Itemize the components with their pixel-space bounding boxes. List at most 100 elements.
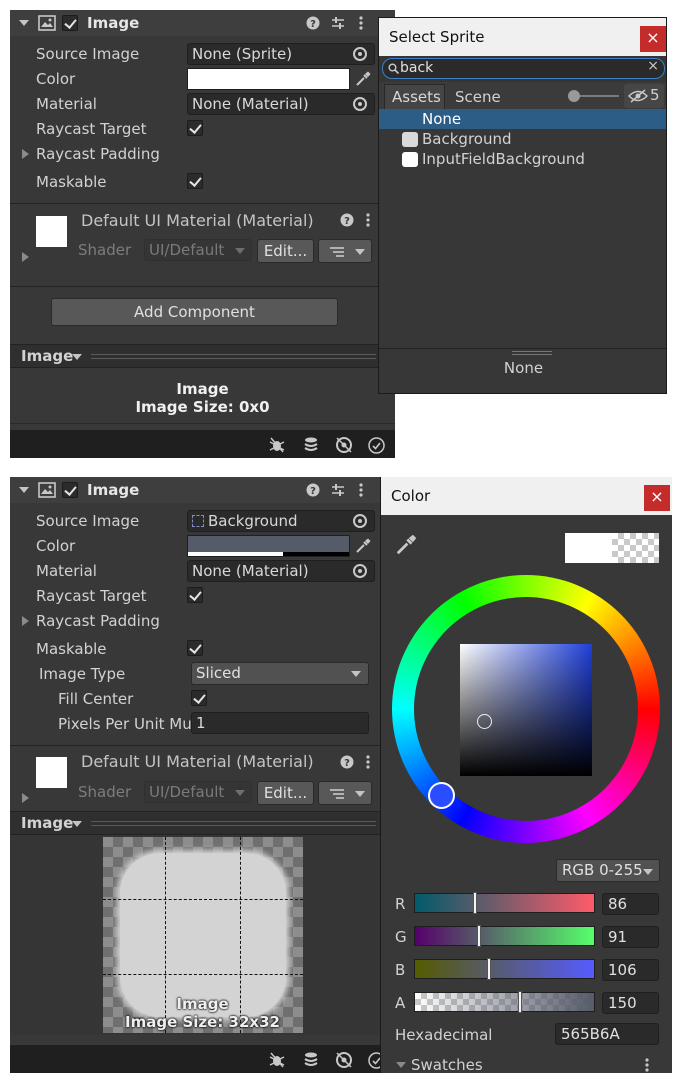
a-slider-handle[interactable] (518, 991, 523, 1013)
search-input[interactable]: back × (382, 58, 665, 79)
gizmo-icon[interactable] (335, 1051, 353, 1069)
check-circle-icon[interactable] (368, 1052, 380, 1069)
g-slider-handle[interactable] (476, 925, 481, 947)
more-icon[interactable] (644, 1057, 650, 1073)
image-type-dropdown[interactable]: Sliced (191, 662, 369, 685)
add-component-button[interactable]: Add Component (51, 298, 338, 326)
preview-dropdown[interactable]: Image (21, 814, 73, 832)
help-icon[interactable]: ? (340, 213, 354, 227)
debug-icon[interactable] (268, 1051, 286, 1069)
drag-handle[interactable] (512, 351, 552, 355)
divider (10, 423, 395, 424)
material-field[interactable]: None (Material) (187, 93, 375, 115)
shader-options-button[interactable] (318, 239, 372, 263)
drag-handle[interactable] (91, 354, 376, 359)
tab-scene[interactable]: Scene (455, 88, 501, 106)
r-value-field[interactable]: 86 (602, 893, 659, 915)
help-icon[interactable]: ? (306, 483, 320, 497)
layers-icon[interactable] (302, 436, 320, 454)
g-slider[interactable] (414, 926, 595, 946)
more-icon[interactable] (365, 754, 371, 770)
source-image-field[interactable]: None (Sprite) (187, 43, 375, 65)
eyedropper-icon[interactable] (355, 538, 371, 554)
gizmo-icon[interactable] (335, 436, 353, 454)
component-enabled-checkbox[interactable] (62, 482, 78, 498)
r-slider[interactable] (414, 893, 595, 913)
drag-handle[interactable] (91, 821, 376, 826)
raycast-padding-label[interactable]: Raycast Padding (36, 145, 160, 163)
maskable-checkbox[interactable] (187, 640, 203, 656)
source-image-value: Background (208, 512, 298, 530)
help-icon[interactable]: ? (306, 16, 320, 30)
raycast-target-checkbox[interactable] (187, 120, 203, 136)
g-label: G (395, 928, 407, 946)
size-slider-handle[interactable] (568, 90, 580, 102)
chevron-down-icon[interactable] (72, 354, 82, 360)
eyedropper-icon[interactable] (395, 534, 417, 556)
list-icon (330, 789, 344, 799)
picker-dot-icon[interactable] (353, 514, 367, 528)
more-icon[interactable] (358, 482, 364, 498)
edit-shader-button[interactable]: Edit... (257, 781, 314, 805)
picker-dot-icon[interactable] (353, 47, 367, 61)
preset-icon[interactable] (331, 483, 345, 497)
hue-cursor[interactable] (428, 782, 455, 809)
maskable-checkbox[interactable] (187, 173, 203, 189)
more-icon[interactable] (358, 15, 364, 31)
a-slider[interactable] (414, 992, 595, 1012)
material-foldout-icon[interactable] (22, 252, 29, 262)
list-item-label[interactable]: None (422, 110, 461, 128)
fill-center-label: Fill Center (58, 690, 134, 708)
component-enabled-checkbox[interactable] (62, 15, 78, 31)
b-slider[interactable] (414, 959, 595, 979)
hex-value-field[interactable]: 565B6A (555, 1023, 659, 1045)
foldout-arrow-icon[interactable] (19, 20, 29, 26)
sv-square[interactable] (460, 644, 592, 776)
raycast-padding-foldout-icon[interactable] (22, 616, 29, 626)
layers-icon[interactable] (302, 1051, 320, 1069)
shader-options-button[interactable] (318, 781, 372, 805)
edit-shader-button[interactable]: Edit... (257, 239, 314, 263)
tab-assets[interactable]: Assets (384, 84, 445, 110)
preview-dropdown[interactable]: Image (21, 347, 73, 365)
g-value-field[interactable]: 91 (602, 926, 659, 948)
b-value-field[interactable]: 106 (602, 959, 659, 981)
more-icon[interactable] (365, 212, 371, 228)
list-item-label[interactable]: InputFieldBackground (422, 150, 585, 168)
bottom-inspector-panel: Image ? Source Image Background Color Ma… (10, 477, 380, 1073)
color-field[interactable] (187, 535, 350, 557)
raycast-padding-label[interactable]: Raycast Padding (36, 612, 160, 630)
swatches-foldout-icon[interactable] (396, 1062, 406, 1068)
material-foldout-icon[interactable] (22, 793, 29, 803)
a-value-field[interactable]: 150 (602, 992, 659, 1014)
list-item-label[interactable]: Background (422, 130, 512, 148)
footer-divider[interactable] (379, 348, 666, 349)
picker-dot-icon[interactable] (353, 97, 367, 111)
check-circle-icon[interactable] (368, 437, 385, 454)
picker-dot-icon[interactable] (353, 564, 367, 578)
eyedropper-icon[interactable] (355, 71, 371, 87)
hidden-toggle[interactable]: 5 (624, 84, 664, 108)
debug-icon[interactable] (268, 436, 286, 454)
chevron-down-icon[interactable] (72, 821, 82, 827)
shader-value: UI/Default (149, 241, 225, 259)
color-field[interactable] (187, 68, 350, 90)
material-field[interactable]: None (Material) (187, 560, 375, 582)
clear-icon[interactable]: × (647, 58, 659, 74)
ppu-field[interactable]: 1 (191, 712, 369, 734)
raycast-target-checkbox[interactable] (187, 587, 203, 603)
source-image-field[interactable]: Background (187, 510, 375, 532)
preset-icon[interactable] (331, 16, 345, 30)
close-button[interactable]: × (644, 485, 670, 511)
search-value: back (400, 60, 434, 76)
sv-cursor[interactable] (477, 714, 492, 729)
swatches-label[interactable]: Swatches (411, 1056, 483, 1073)
raycast-padding-foldout-icon[interactable] (22, 149, 29, 159)
r-slider-handle[interactable] (472, 892, 477, 914)
color-mode-dropdown[interactable]: RGB 0-255 (556, 859, 660, 882)
b-slider-handle[interactable] (487, 958, 492, 980)
foldout-arrow-icon[interactable] (19, 487, 29, 493)
fill-center-checkbox[interactable] (191, 690, 207, 706)
help-icon[interactable]: ? (340, 755, 354, 769)
close-button[interactable]: × (640, 26, 666, 52)
